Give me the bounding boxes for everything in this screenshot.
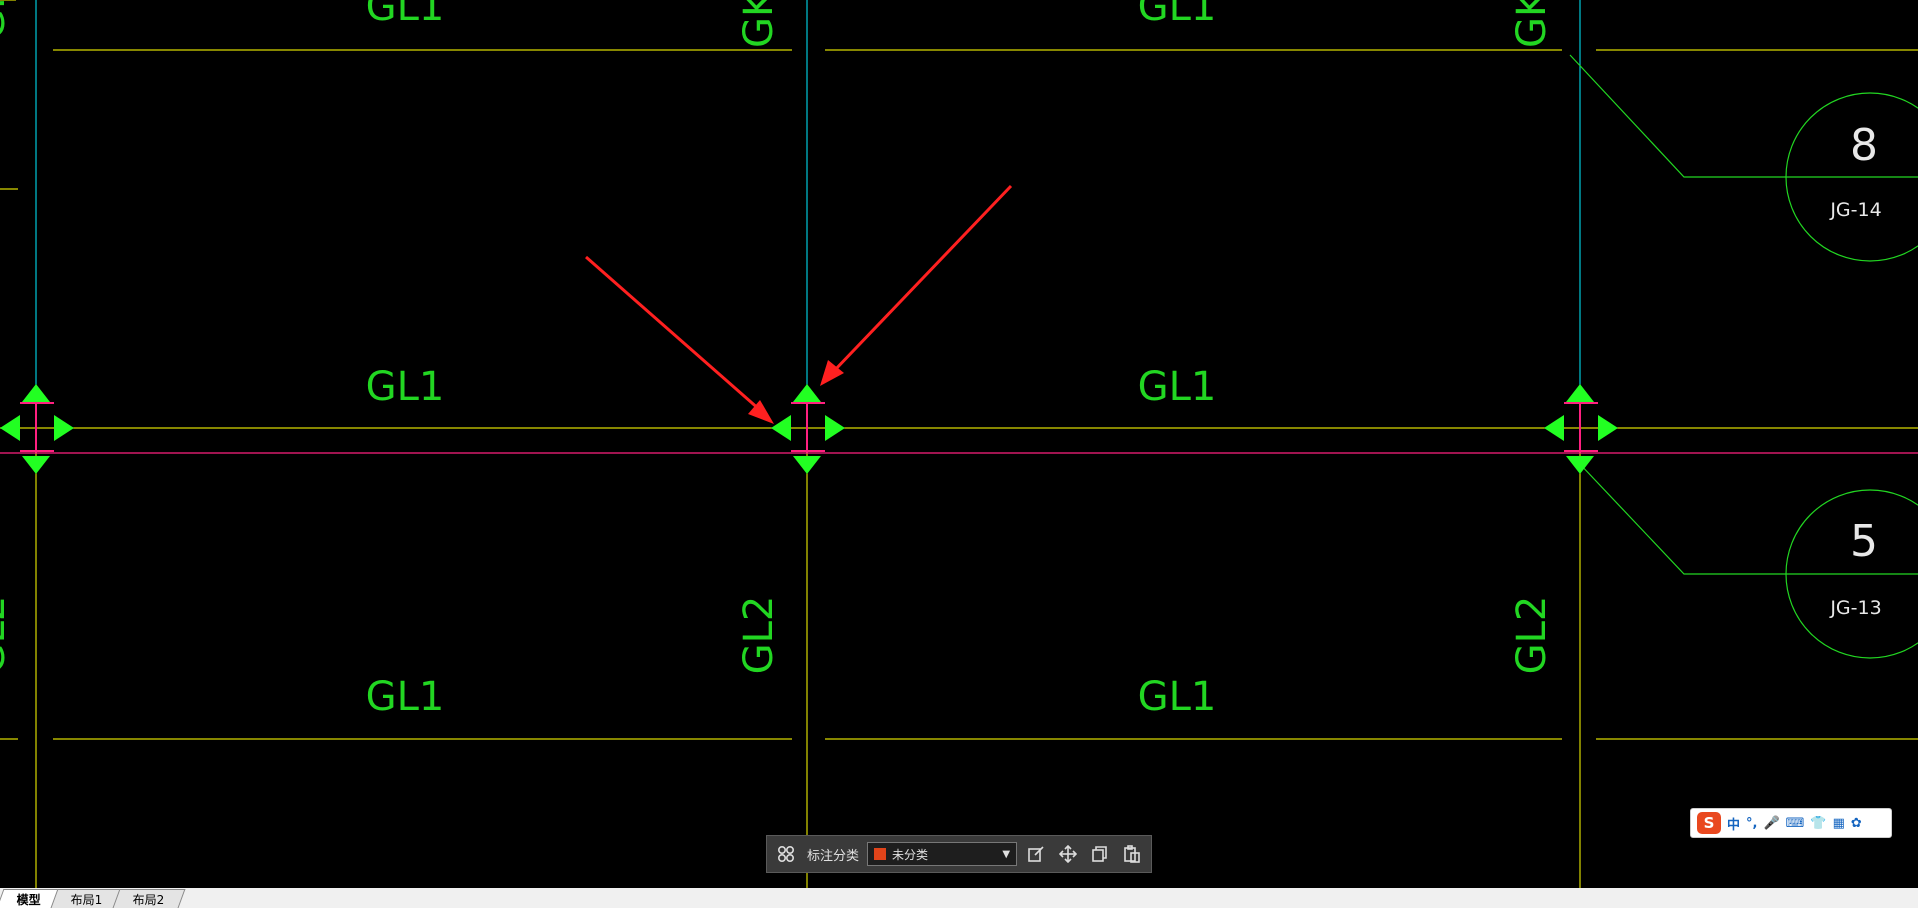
callout-number: 8 [1850,120,1878,171]
beam-label: GL1 [366,674,445,720]
beam-label-vertical: GK [736,0,782,48]
selected-category: 未分类 [892,847,929,862]
ime-punctuation-icon[interactable]: °, [1746,816,1757,831]
annotation-category-select[interactable]: 未分类 ▼ [867,842,1018,866]
tab-layout1[interactable]: 布局1 [50,889,124,908]
copy-icon[interactable] [1087,841,1113,867]
ime-toolbar: S 中 °, 🎤 ⌨ 👕 ▦ ✿ [1690,808,1892,838]
keyboard-icon[interactable]: ⌨ [1786,816,1805,831]
callout-number: 5 [1850,516,1878,567]
ime-chinese-mode[interactable]: 中 [1727,814,1740,833]
sogou-logo-icon[interactable]: S [1697,812,1721,834]
microphone-icon[interactable]: 🎤 [1763,816,1779,831]
beam-label-vertical: GL2 [0,596,14,675]
paste-icon[interactable] [1119,841,1145,867]
beam-label: GL1 [1138,674,1217,720]
beam-label: GL1 [1138,0,1217,30]
toolbox-icon[interactable]: ▦ [1833,816,1845,831]
beam-label: GL1 [366,0,445,30]
drawing-canvas[interactable]: 8 JG-14 5 JG-13 GL1 GL1 GL1 GL1 GL1 GL1 … [0,0,1918,888]
beam-label-vertical: GK [0,0,14,40]
move-icon[interactable] [1055,841,1081,867]
beam-label-vertical: GL2 [736,596,782,675]
grid-icon[interactable] [773,841,799,867]
callout-code: JG-13 [1829,597,1881,619]
annotation-toolbar: 标注分类 未分类 ▼ [766,835,1152,873]
skin-icon[interactable]: 👕 [1810,816,1826,831]
cad-drawing[interactable]: 8 JG-14 5 JG-13 GL1 GL1 GL1 GL1 GL1 GL1 … [0,0,1918,888]
beam-label: GL1 [366,364,445,410]
tab-layout2[interactable]: 布局2 [112,889,185,908]
ime-settings-icon[interactable]: ✿ [1851,816,1862,831]
edit-icon[interactable] [1023,841,1049,867]
layout-tab-bar: 模型 布局1 布局2 [0,888,1918,908]
beam-label-vertical: GK [1509,0,1555,48]
annotation-category-label: 标注分类 [807,848,860,864]
beam-label: GL1 [1138,364,1217,410]
category-color-swatch [874,848,887,860]
beam-label-vertical: GL2 [1509,596,1555,675]
callout-code: JG-14 [1829,199,1881,221]
chevron-down-icon: ▼ [1002,848,1011,860]
